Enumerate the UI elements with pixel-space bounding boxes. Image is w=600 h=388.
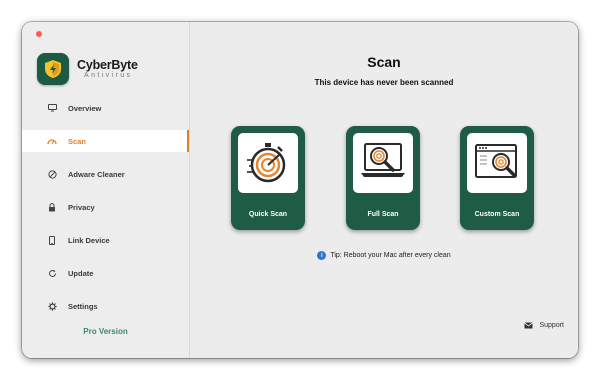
shield-logo-icon <box>37 53 69 85</box>
gear-icon <box>45 301 59 311</box>
app-window: CyberByte Antivirus Overview Scan Adware… <box>22 22 578 358</box>
envelope-icon <box>524 322 534 329</box>
sidebar-item-label: Adware Cleaner <box>68 169 125 179</box>
laptop-magnifier-icon <box>353 133 413 193</box>
monitor-icon <box>45 104 59 112</box>
stopwatch-icon <box>238 133 298 193</box>
sidebar-item-label: Scan <box>68 136 86 146</box>
block-icon <box>45 169 59 179</box>
pro-version-link[interactable]: Pro Version <box>22 327 189 336</box>
sidebar-item-update[interactable]: Update <box>22 262 189 284</box>
sidebar-nav: Overview Scan Adware Cleaner Privacy Lin… <box>22 97 189 328</box>
tip-message: i Tip: Reboot your Mac after every clean <box>190 251 578 260</box>
sidebar-item-overview[interactable]: Overview <box>22 97 189 119</box>
sidebar-item-label: Link Device <box>68 235 110 245</box>
tip-text: Tip: Reboot your Mac after every clean <box>330 252 451 259</box>
custom-scan-button[interactable]: Custom Scan <box>460 126 534 230</box>
sidebar-item-label: Settings <box>68 301 98 311</box>
close-window-button[interactable] <box>36 31 42 37</box>
card-label: Full Scan <box>367 211 399 218</box>
lock-icon <box>45 202 59 212</box>
sidebar-item-privacy[interactable]: Privacy <box>22 196 189 218</box>
quick-scan-button[interactable]: Quick Scan <box>231 126 305 230</box>
sidebar-item-adware-cleaner[interactable]: Adware Cleaner <box>22 163 189 185</box>
sidebar-item-label: Privacy <box>68 202 95 212</box>
sidebar-item-scan[interactable]: Scan <box>22 130 189 152</box>
sidebar-item-settings[interactable]: Settings <box>22 295 189 317</box>
full-scan-button[interactable]: Full Scan <box>346 126 420 230</box>
browser-magnifier-icon <box>467 133 527 193</box>
card-label: Custom Scan <box>474 211 520 218</box>
app-logo: CyberByte Antivirus <box>37 53 138 85</box>
card-label: Quick Scan <box>248 211 288 218</box>
sidebar-item-label: Update <box>68 268 94 278</box>
refresh-icon <box>45 269 59 278</box>
app-name: CyberByte <box>77 57 138 72</box>
support-link[interactable]: Support <box>524 322 564 329</box>
sidebar-item-link-device[interactable]: Link Device <box>22 229 189 251</box>
app-subtitle: Antivirus <box>84 72 133 80</box>
sidebar: CyberByte Antivirus Overview Scan Adware… <box>22 22 190 358</box>
sidebar-item-label: Overview <box>68 103 102 113</box>
scan-status-text: This device has never been scanned <box>314 78 454 87</box>
page-title: Scan <box>367 54 401 70</box>
support-label: Support <box>539 322 564 329</box>
main-panel: Scan This device has never been scanned … <box>190 22 578 358</box>
phone-icon <box>45 235 59 245</box>
info-icon: i <box>317 251 327 260</box>
scan-gauge-icon <box>45 137 59 145</box>
